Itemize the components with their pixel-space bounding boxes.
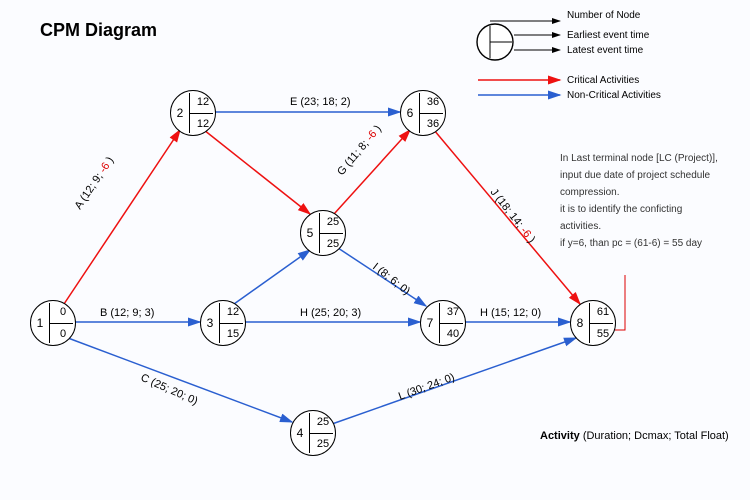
arc-C bbox=[68, 338, 292, 422]
label-A: A (12; 9; -6 ) bbox=[73, 155, 117, 212]
node-8: 8 6155 bbox=[570, 300, 616, 346]
svg-text:Number of Node: Number of Node bbox=[567, 10, 641, 21]
label-G: G (11; 8; -6 ) bbox=[335, 123, 384, 178]
side-note: In Last terminal node [LC (Project)], in… bbox=[560, 150, 740, 252]
svg-text:Latest event time: Latest event time bbox=[567, 45, 644, 56]
node-6: 6 3636 bbox=[400, 90, 446, 136]
arc-3-5 bbox=[234, 250, 310, 304]
note-leader bbox=[615, 275, 625, 330]
legend-critical: Critical Activities bbox=[478, 75, 639, 86]
node-2: 2 1212 bbox=[170, 90, 216, 136]
node-7: 7 3740 bbox=[420, 300, 466, 346]
svg-text:Critical Activities: Critical Activities bbox=[567, 75, 639, 86]
node-1: 1 00 bbox=[30, 300, 76, 346]
label-L: L (30; 24; 0) bbox=[397, 371, 456, 402]
legend-activity-format: Activity (Duration; Dcmax; Total Float) bbox=[540, 430, 729, 442]
legend-node-schematic: Number of Node Earliest event time Lates… bbox=[477, 10, 650, 60]
label-J: J (18; 14; -6 ) bbox=[488, 186, 538, 245]
label-H1: H (25; 20; 3) bbox=[300, 307, 361, 319]
label-E: E (23; 18; 2) bbox=[290, 96, 351, 108]
legend-noncritical: Non-Critical Activities bbox=[478, 90, 661, 101]
label-H2: H (15; 12; 0) bbox=[480, 307, 541, 319]
svg-text:Earliest event time: Earliest event time bbox=[567, 30, 650, 41]
label-I: I (8; 6; 0) bbox=[370, 261, 412, 298]
svg-text:Non-Critical Activities: Non-Critical Activities bbox=[567, 90, 661, 101]
label-C: C (25; 20; 0) bbox=[139, 372, 200, 408]
label-B: B (12; 9; 3) bbox=[100, 307, 154, 319]
node-4: 4 2525 bbox=[290, 410, 336, 456]
arc-2-5 bbox=[204, 130, 310, 214]
arc-A bbox=[64, 130, 180, 304]
node-3: 3 1215 bbox=[200, 300, 246, 346]
node-5: 5 2525 bbox=[300, 210, 346, 256]
